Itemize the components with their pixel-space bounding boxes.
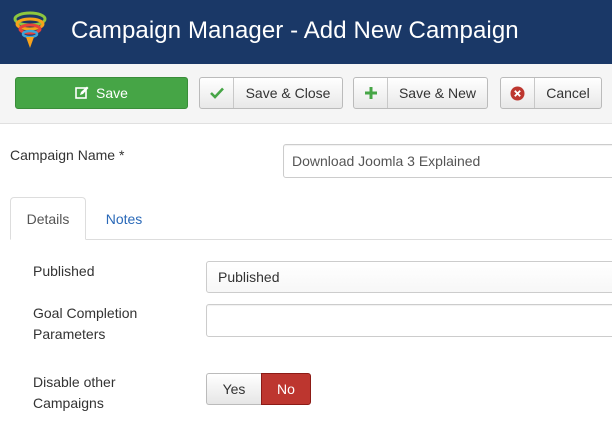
app-header: Campaign Manager - Add New Campaign bbox=[0, 0, 612, 64]
campaign-name-label: Campaign Name * bbox=[10, 147, 125, 163]
save-new-button[interactable]: Save & New bbox=[353, 77, 488, 109]
published-value: Published bbox=[218, 269, 280, 285]
cancel-label: Cancel bbox=[546, 85, 590, 101]
toggle-yes-button[interactable]: Yes bbox=[206, 373, 261, 405]
save-button[interactable]: Save bbox=[15, 77, 188, 109]
plus-icon bbox=[354, 78, 388, 108]
check-icon bbox=[200, 78, 234, 108]
save-label: Save bbox=[96, 85, 128, 101]
published-label: Published bbox=[33, 263, 95, 279]
page-title: Campaign Manager - Add New Campaign bbox=[71, 17, 519, 44]
campaign-name-input[interactable] bbox=[283, 144, 612, 178]
cancel-button[interactable]: Cancel bbox=[500, 77, 602, 109]
save-new-label: Save & New bbox=[398, 85, 477, 101]
disable-other-campaigns-label: Disable other Campaigns bbox=[33, 374, 116, 411]
toolbar: Save Save & Close Save & New Cancel bbox=[0, 64, 612, 124]
save-close-button[interactable]: Save & Close bbox=[199, 77, 343, 109]
toggle-no-button[interactable]: No bbox=[261, 373, 311, 405]
cancel-circle-icon bbox=[501, 78, 535, 108]
goal-completion-input[interactable] bbox=[206, 304, 612, 337]
edit-icon bbox=[75, 86, 89, 99]
published-select[interactable]: Published bbox=[206, 261, 612, 293]
goal-completion-label: Goal Completion Parameters bbox=[33, 305, 138, 342]
joomla-orbit-logo-icon bbox=[13, 11, 47, 48]
save-close-label: Save & Close bbox=[245, 85, 331, 101]
tab-notes[interactable]: Notes bbox=[88, 197, 160, 240]
tab-details[interactable]: Details bbox=[10, 197, 86, 240]
